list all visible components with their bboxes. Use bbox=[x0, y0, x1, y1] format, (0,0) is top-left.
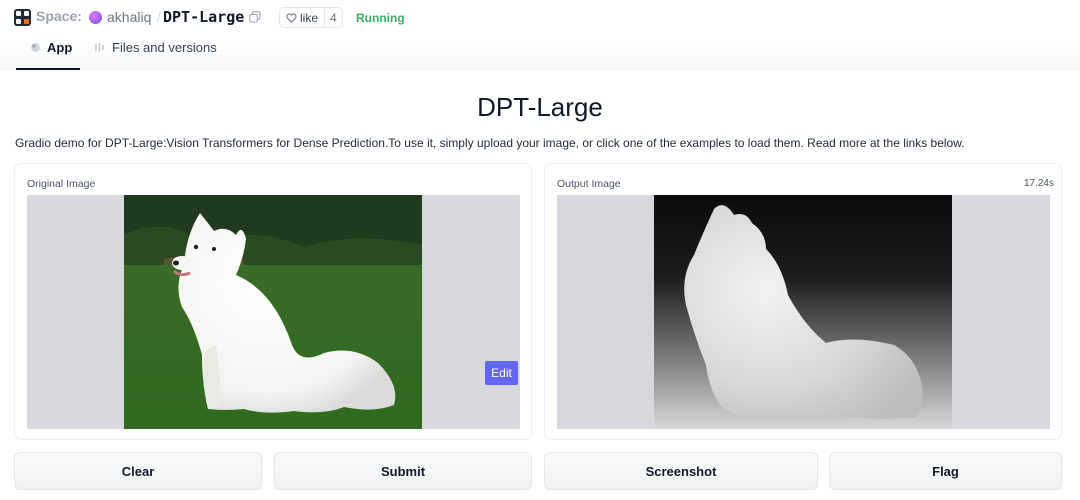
original-image-panel: Original Image Edit bbox=[14, 163, 532, 440]
depth-map-image bbox=[654, 195, 952, 429]
output-image-label: Output Image bbox=[557, 178, 621, 190]
space-label: Space: bbox=[36, 8, 82, 24]
original-image-label: Original Image bbox=[27, 178, 96, 190]
tab-files-label: Files and versions bbox=[112, 40, 217, 55]
screenshot-button[interactable]: Screenshot bbox=[544, 452, 818, 490]
app-description: Gradio demo for DPT-Large:Vision Transfo… bbox=[15, 136, 965, 150]
flag-button[interactable]: Flag bbox=[829, 452, 1062, 490]
tab-files-and-versions[interactable]: Files and versions bbox=[94, 40, 217, 70]
tab-app[interactable]: App bbox=[16, 40, 80, 70]
like-count: 4 bbox=[324, 8, 342, 27]
owner-link[interactable]: akhaliq bbox=[107, 9, 151, 25]
output-image-panel: Output Image 17.24s bbox=[544, 163, 1062, 440]
owner-avatar[interactable] bbox=[89, 11, 102, 24]
page-title: DPT-Large bbox=[477, 92, 603, 122]
status-badge: Running bbox=[356, 11, 405, 25]
like-button[interactable]: like 4 bbox=[279, 7, 343, 28]
spaces-logo-icon[interactable] bbox=[14, 9, 31, 26]
files-icon bbox=[95, 43, 104, 52]
dog-photo bbox=[124, 195, 422, 429]
repo-name-link[interactable]: DPT-Large bbox=[163, 8, 244, 26]
copy-icon[interactable] bbox=[249, 11, 261, 23]
app-icon bbox=[31, 43, 40, 52]
tab-app-label: App bbox=[47, 40, 73, 55]
elapsed-time: 17.24s bbox=[1023, 178, 1054, 189]
clear-button[interactable]: Clear bbox=[14, 452, 262, 490]
submit-button[interactable]: Submit bbox=[274, 452, 532, 490]
path-separator: / bbox=[157, 9, 161, 25]
heart-icon bbox=[286, 12, 297, 23]
space-header: Space: akhaliq / DPT-Large like 4 Runnin… bbox=[0, 0, 1080, 70]
edit-button[interactable]: Edit bbox=[485, 361, 518, 385]
like-label: like bbox=[300, 10, 319, 25]
original-image-dropzone[interactable] bbox=[27, 195, 520, 429]
output-image-area bbox=[557, 195, 1050, 429]
